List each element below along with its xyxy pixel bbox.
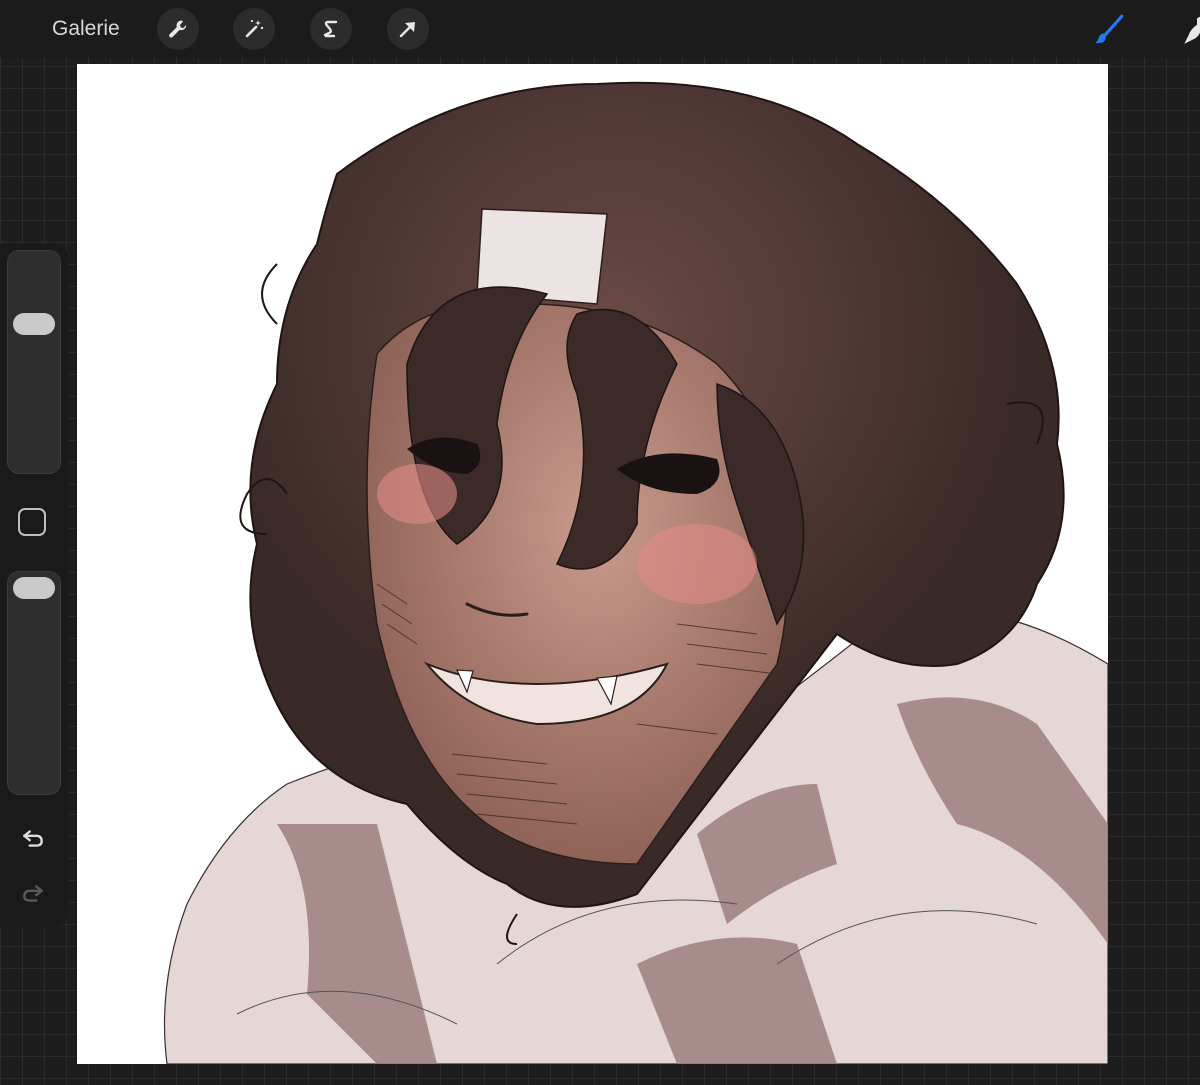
brush-size-thumb[interactable] (13, 313, 55, 335)
transform-button[interactable] (387, 8, 429, 50)
actions-button[interactable] (157, 8, 199, 50)
brush-tool-button[interactable] (1090, 10, 1128, 48)
selection-s-icon (323, 20, 338, 38)
brush-icon (1095, 14, 1124, 44)
modify-button[interactable] (18, 508, 46, 536)
wrench-icon (169, 20, 187, 38)
smudge-tool-button[interactable] (1178, 10, 1200, 48)
undo-button[interactable] (17, 822, 49, 854)
arrow-cursor-icon (399, 22, 415, 38)
opacity-slider[interactable] (7, 571, 61, 795)
selection-button[interactable] (310, 8, 352, 50)
left-sidebar (0, 243, 68, 928)
procreate-app: Galerie (0, 0, 1200, 1085)
brush-size-slider[interactable] (7, 250, 61, 474)
gallery-button[interactable]: Galerie (40, 12, 132, 46)
smudge-icon (1184, 16, 1200, 44)
undo-icon (23, 830, 43, 847)
drawing-canvas[interactable] (77, 64, 1108, 1064)
magic-wand-icon (245, 19, 264, 38)
opacity-thumb[interactable] (13, 577, 55, 599)
redo-button[interactable] (17, 877, 49, 909)
top-toolbar: Galerie (0, 0, 1200, 58)
redo-icon (23, 885, 43, 902)
adjustments-button[interactable] (233, 8, 275, 50)
portrait-artwork (163, 81, 1108, 1064)
